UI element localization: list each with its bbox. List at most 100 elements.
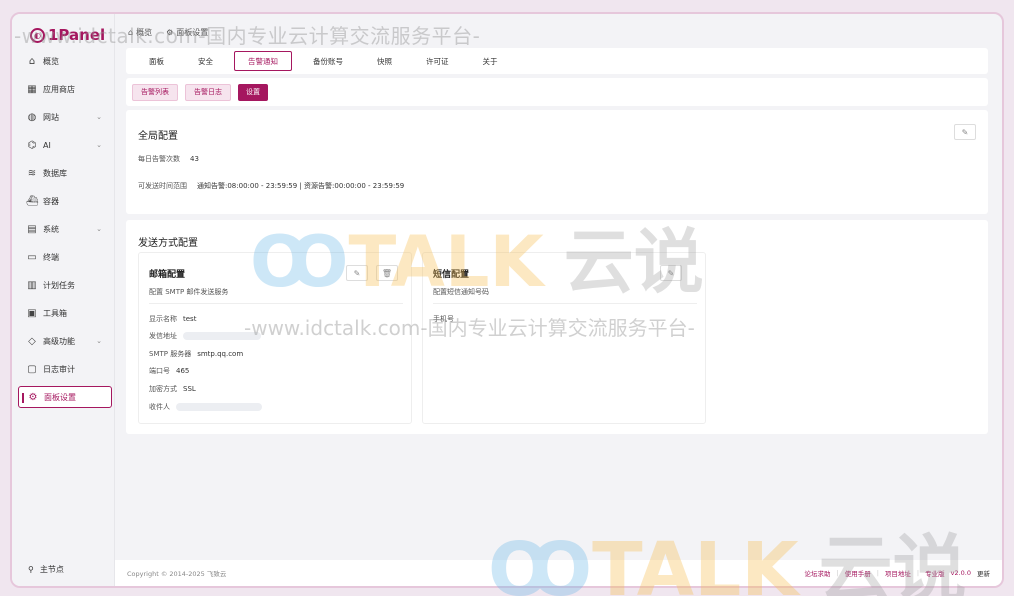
tab-0[interactable]: 面板 <box>136 51 177 71</box>
sidebar-item-label: 日志审计 <box>43 364 75 374</box>
log-icon: ▢ <box>27 363 37 375</box>
email-smtp-row: SMTP 服务器 smtp.qq.com <box>149 350 244 358</box>
global-edit-button[interactable]: ✎ <box>954 124 976 140</box>
gear-icon: ⚙ <box>28 391 38 403</box>
logo-icon: ◐ <box>30 27 45 43</box>
breadcrumb-item-settings[interactable]: ⚙ 面板设置 <box>166 27 208 38</box>
edit-icon: ✎ <box>353 268 361 278</box>
separator: | <box>876 569 879 577</box>
divider <box>433 303 697 304</box>
email-from-row: 发信地址 <box>149 331 261 341</box>
brand-logo[interactable]: ◐ 1Panel <box>30 26 105 44</box>
email-config-desc: 配置 SMTP 邮件发送服务 <box>149 288 229 296</box>
sidebar-item-label: 网站 <box>43 112 59 122</box>
sms-phone-row: 手机号 <box>433 315 454 323</box>
sidebar-item-1[interactable]: ▦ 应用商店 <box>18 78 112 100</box>
redacted-value <box>183 332 261 340</box>
send-method-title: 发送方式配置 <box>138 238 198 249</box>
page-footer: Copyright © 2014-2025 飞致云 论坛求助 | 使用手册 | … <box>115 560 1002 586</box>
edit-icon: ✎ <box>961 127 969 137</box>
email-delete-button[interactable]: 🗑 <box>376 265 398 281</box>
sidebar-nav: ⌂ 概览 ▦ 应用商店 ◍ 网站 ⌄ ⌬ AI ⌄ ≋ 数据库 ⛴ 容器 ▤ 系统 ⌄ ▭ 终端 ▥ 计划任务 ▣ 工具箱 ◇… <box>18 50 112 414</box>
link-project[interactable]: 项目地址 <box>885 568 911 578</box>
breadcrumb-item-overview[interactable]: ⌂ 概览 <box>128 27 152 38</box>
footer-links: 论坛求助 | 使用手册 | 项目地址 | 专业版 v2.0.0 更新 <box>805 568 991 578</box>
sms-config-desc: 配置短信通知号码 <box>433 288 489 296</box>
sidebar-item-2[interactable]: ◍ 网站 ⌄ <box>18 106 112 128</box>
sidebar-item-5[interactable]: ⛴ 容器 <box>18 190 112 212</box>
chevron-down-icon: ⌄ <box>96 225 102 233</box>
chevron-down-icon: ⌄ <box>96 337 102 345</box>
breadcrumb: ⌂ 概览 ⚙ 面板设置 <box>128 27 208 38</box>
layers-icon: ≋ <box>27 167 37 179</box>
sidebar-item-label: 高级功能 <box>43 336 75 346</box>
sidebar-item-8[interactable]: ▥ 计划任务 <box>18 274 112 296</box>
sidebar-item-label: 概览 <box>43 56 59 66</box>
app-window: ◐ 1Panel ⌂ 概览 ▦ 应用商店 ◍ 网站 ⌄ ⌬ AI ⌄ ≋ 数据库 ⛴ 容器 ▤ 系统 ⌄ ▭ 终端 ▥… <box>10 12 1004 588</box>
terminal-icon: ▭ <box>27 251 37 263</box>
update-link[interactable]: 更新 <box>977 568 990 578</box>
sidebar-item-label: 工具箱 <box>43 308 67 318</box>
tab-alert-log[interactable]: 告警日志 <box>185 83 231 101</box>
node-switcher[interactable]: ⚲ 主节点 <box>28 564 64 575</box>
separator: | <box>916 569 920 577</box>
sidebar-item-3[interactable]: ⌬ AI ⌄ <box>18 134 112 156</box>
sms-config-card: 短信配置 配置短信通知号码 ✎ 手机号 <box>422 252 706 424</box>
diamond-icon: ◇ <box>28 335 36 347</box>
tab-alert-settings[interactable]: 设置 <box>238 83 268 101</box>
trash-icon: 🗑 <box>381 268 393 278</box>
chevron-down-icon: ⌄ <box>96 141 102 149</box>
sidebar-item-4[interactable]: ≋ 数据库 <box>18 162 112 184</box>
divider <box>149 303 403 304</box>
gear-icon: ⚙ <box>166 28 174 37</box>
sidebar-item-label: 应用商店 <box>43 84 75 94</box>
sms-config-title: 短信配置 <box>433 270 470 280</box>
sidebar-item-10[interactable]: ◇ 高级功能 ⌄ <box>18 330 112 352</box>
send-method-card: 发送方式配置 邮箱配置 配置 SMTP 邮件发送服务 ✎ 🗑 显示名称 test … <box>126 220 988 434</box>
sidebar-item-12[interactable]: ⚙ 面板设置 <box>18 386 112 408</box>
global-config-card: 全局配置 ✎ 每日告警次数 43 可发送时间范围 通知告警:08:00:00 - 2… <box>126 110 988 214</box>
daily-count-value: 43 <box>190 155 199 163</box>
sidebar-item-9[interactable]: ▣ 工具箱 <box>18 302 112 324</box>
sidebar-item-label: AI <box>43 140 51 150</box>
redacted-value <box>176 403 262 411</box>
system-icon: ▤ <box>27 223 37 235</box>
daily-count-label: 每日告警次数 <box>138 155 180 163</box>
sidebar-item-label: 终端 <box>43 252 59 262</box>
tab-4[interactable]: 快照 <box>364 51 405 71</box>
email-edit-button[interactable]: ✎ <box>346 265 368 281</box>
tab-2[interactable]: 告警通知 <box>234 51 292 71</box>
email-config-card: 邮箱配置 配置 SMTP 邮件发送服务 ✎ 🗑 显示名称 test 发信地址 SM… <box>138 252 412 424</box>
home-icon: ⌂ <box>28 55 36 67</box>
sidebar-item-6[interactable]: ▤ 系统 ⌄ <box>18 218 112 240</box>
user-icon: ⚲ <box>28 565 34 574</box>
sidebar-item-label: 计划任务 <box>43 280 75 290</box>
node-label: 主节点 <box>39 565 64 574</box>
calendar-icon: ▥ <box>27 279 37 291</box>
global-config-title: 全局配置 <box>138 131 178 142</box>
edit-icon: ✎ <box>667 268 675 278</box>
sidebar-item-7[interactable]: ▭ 终端 <box>18 246 112 268</box>
tab-alert-list[interactable]: 告警列表 <box>132 83 178 101</box>
link-manual[interactable]: 使用手册 <box>845 568 871 578</box>
sidebar-item-0[interactable]: ⌂ 概览 <box>18 50 112 72</box>
tab-5[interactable]: 许可证 <box>413 51 462 71</box>
tab-1[interactable]: 安全 <box>185 51 226 71</box>
link-forum[interactable]: 论坛求助 <box>805 568 831 578</box>
tab-3[interactable]: 备份账号 <box>300 51 356 71</box>
link-pro[interactable]: 专业版 <box>925 568 945 578</box>
time-range-row: 可发送时间范围 通知告警:08:00:00 - 23:59:59 | 资源告警:0… <box>138 181 404 191</box>
globe-icon: ◍ <box>27 111 37 123</box>
sidebar-item-11[interactable]: ▢ 日志审计 <box>18 358 112 380</box>
sidebar: ◐ 1Panel ⌂ 概览 ▦ 应用商店 ◍ 网站 ⌄ ⌬ AI ⌄ ≋ 数据库 ⛴ 容器 ▤ 系统 ⌄ ▭ 终端 ▥… <box>12 14 115 586</box>
copyright-text: Copyright © 2014-2025 飞致云 <box>127 570 227 578</box>
chevron-down-icon: ⌄ <box>96 113 102 121</box>
brand-name: 1Panel <box>48 26 106 44</box>
tab-6[interactable]: 关于 <box>470 51 511 71</box>
daily-count-row: 每日告警次数 43 <box>138 154 199 164</box>
sms-edit-button[interactable]: ✎ <box>660 265 682 281</box>
email-config-title: 邮箱配置 <box>149 270 186 280</box>
email-encryption-row: 加密方式 SSL <box>149 385 196 393</box>
email-recipient-row: 收件人 <box>149 402 262 412</box>
container-icon: ⛴ <box>26 195 39 207</box>
